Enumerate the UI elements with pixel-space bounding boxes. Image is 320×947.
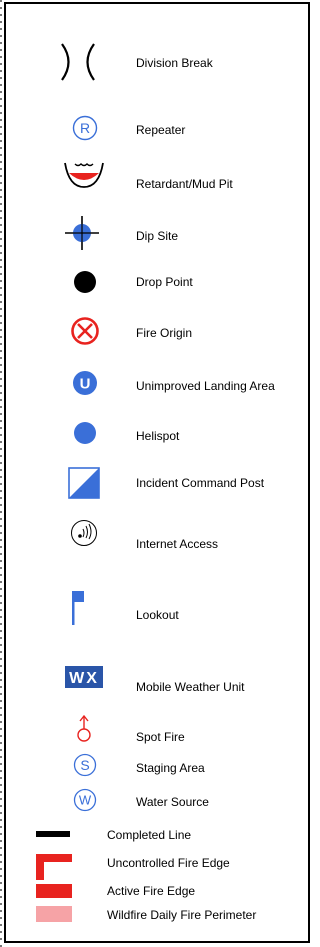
legend-label: Helispot	[136, 429, 180, 443]
lookout-icon	[72, 591, 84, 625]
legend-label: Repeater	[136, 123, 186, 137]
completed-line-icon	[36, 831, 70, 837]
internet-access-icon	[71, 520, 97, 546]
staging-area-glyph: S	[80, 757, 89, 773]
unimproved-landing-area-icon: U	[73, 371, 97, 395]
active-fire-edge-icon	[36, 884, 72, 898]
water-source-icon: W	[73, 788, 97, 812]
weather-unit-glyph: WX	[69, 670, 99, 687]
legend-label: Water Source	[136, 795, 209, 809]
fire-origin-icon	[71, 317, 99, 345]
uncontrolled-fire-edge-icon	[36, 854, 72, 880]
legend-label: Drop Point	[136, 275, 193, 289]
legend-label: Internet Access	[136, 537, 219, 551]
dip-site-icon	[65, 216, 99, 250]
legend-label: Lookout	[136, 608, 179, 622]
legend-label: Mobile Weather Unit	[136, 680, 245, 694]
legend-label: Active Fire Edge	[107, 884, 196, 898]
incident-command-post-icon	[68, 467, 100, 499]
landing-area-glyph: U	[80, 376, 91, 393]
legend-label: Retardant/Mud Pit	[136, 177, 233, 191]
legend-label: Division Break	[136, 56, 213, 70]
staging-area-icon: S	[73, 753, 97, 777]
legend-label: Fire Origin	[136, 326, 193, 340]
wildfire-daily-fire-perimeter-icon	[36, 906, 72, 922]
repeater-icon: R	[72, 115, 98, 141]
water-source-glyph: W	[79, 793, 92, 808]
mobile-weather-unit-icon: WX	[65, 666, 103, 688]
legend-label: Completed Line	[107, 828, 192, 842]
repeater-glyph: R	[80, 120, 90, 136]
drop-point-icon	[74, 271, 96, 293]
legend-label: Wildfire Daily Fire Perimeter	[107, 908, 257, 922]
legend-label: Uncontrolled Fire Edge	[107, 856, 230, 870]
legend-panel: Division Break R Repeater Retardant/Mud …	[4, 2, 310, 943]
division-break-icon	[61, 43, 95, 81]
helispot-icon	[74, 422, 96, 444]
legend-label: Dip Site	[136, 229, 179, 243]
retardant-mud-pit-icon	[64, 162, 104, 188]
legend-label: Incident Command Post	[136, 476, 265, 490]
legend-label: Staging Area	[136, 761, 205, 775]
frame-edge-decoration	[0, 0, 2, 947]
legend-label: Spot Fire	[136, 730, 185, 744]
legend-label: Unimproved Landing Area	[136, 379, 275, 393]
spot-fire-icon	[77, 715, 91, 742]
